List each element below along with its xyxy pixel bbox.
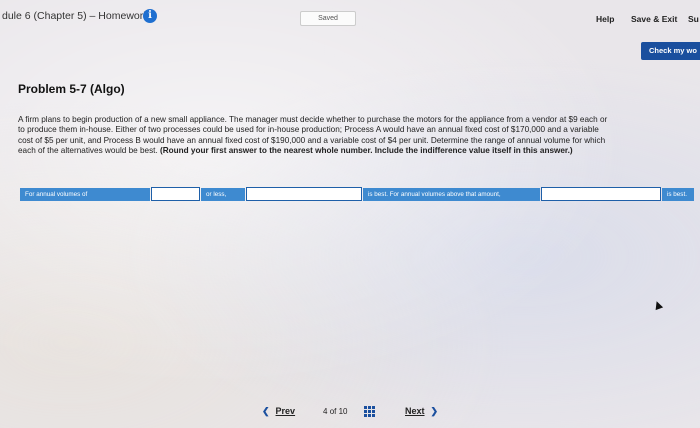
grid-icon[interactable] — [364, 406, 375, 417]
mouse-cursor-icon — [652, 299, 664, 311]
problem-statement: A firm plans to begin production of a ne… — [18, 115, 608, 156]
answer-input-3[interactable] — [541, 187, 661, 201]
top-bar: dule 6 (Chapter 5) – Homework i Saved He… — [0, 0, 700, 34]
info-icon[interactable]: i — [143, 9, 157, 23]
problem-title: Problem 5-7 (Algo) — [18, 82, 125, 96]
page-of: of — [329, 407, 337, 416]
answer-label-2: or less, — [201, 188, 245, 201]
page-indicator: 4 of 10 — [323, 407, 348, 416]
next-button[interactable]: Next ❯ — [405, 406, 438, 417]
chevron-left-icon: ❮ — [262, 406, 270, 416]
chevron-right-icon: ❯ — [430, 406, 439, 416]
help-button[interactable]: Help — [596, 14, 614, 24]
answer-label-3: is best. For annual volumes above that a… — [363, 188, 540, 201]
page-total: 10 — [338, 407, 348, 416]
answer-input-1[interactable] — [151, 187, 200, 201]
prev-label: Prev — [275, 406, 296, 416]
check-my-work-button[interactable]: Check my wo — [641, 42, 700, 60]
page-current: 4 — [323, 407, 328, 416]
answer-label-1: For annual volumes of — [20, 188, 150, 201]
answer-input-2[interactable] — [246, 187, 362, 201]
answer-row: For annual volumes of or less, is best. … — [20, 187, 700, 201]
save-exit-button[interactable]: Save & Exit — [631, 14, 677, 24]
assignment-title: dule 6 (Chapter 5) – Homework — [2, 10, 149, 22]
saved-indicator: Saved — [300, 11, 356, 26]
prev-button[interactable]: ❮ Prev — [262, 406, 295, 417]
problem-instruction: (Round your first answer to the nearest … — [160, 145, 573, 155]
submit-button[interactable]: Su — [688, 14, 699, 24]
next-label: Next — [405, 406, 425, 416]
answer-label-4: is best. — [662, 188, 694, 201]
pagination-bar: ❮ Prev 4 of 10 Next ❯ — [0, 406, 700, 422]
